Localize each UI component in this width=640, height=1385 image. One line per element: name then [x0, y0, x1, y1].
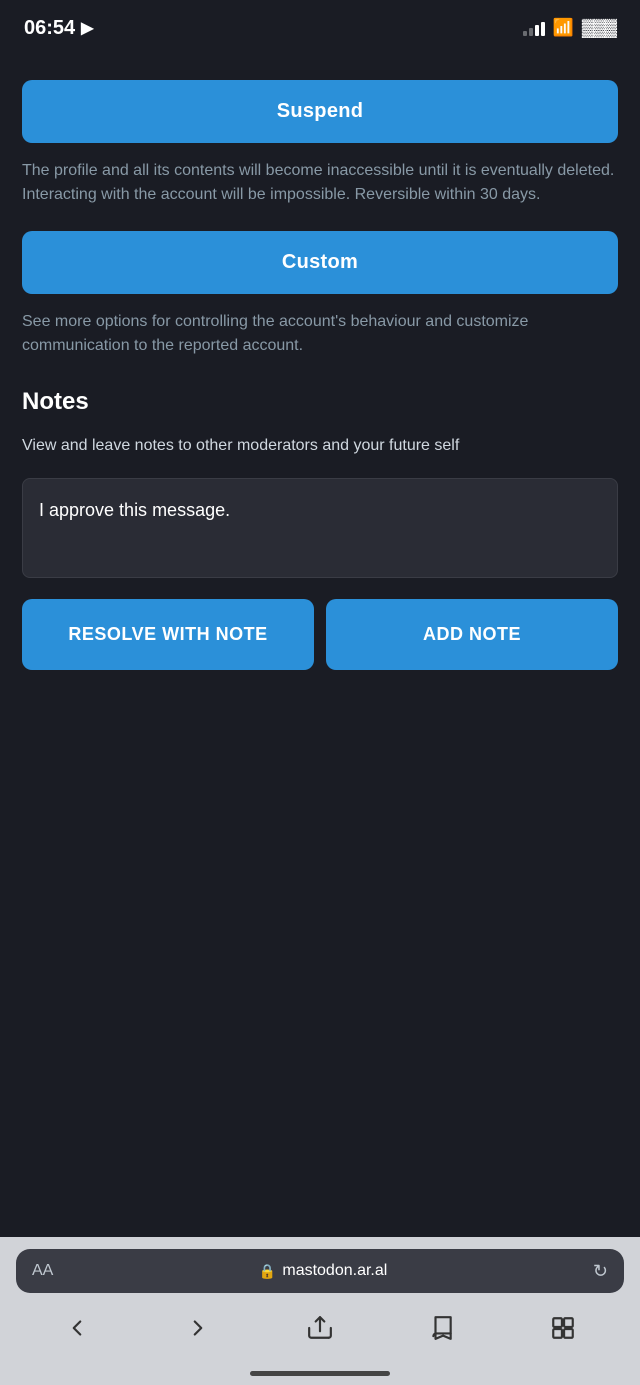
home-indicator	[0, 1361, 640, 1385]
notes-subtitle: View and leave notes to other moderators…	[22, 434, 618, 458]
aa-label[interactable]: AA	[32, 1262, 53, 1280]
resolve-with-note-button[interactable]: RESOLVE WITH NOTE	[22, 599, 314, 670]
action-buttons-row: RESOLVE WITH NOTE ADD NOTE	[22, 599, 618, 670]
custom-button[interactable]: Custom	[22, 231, 618, 294]
share-button[interactable]	[291, 1307, 349, 1349]
lock-icon: 🔒	[259, 1263, 276, 1280]
time-display: 06:54	[24, 17, 75, 40]
notes-title: Notes	[22, 388, 618, 416]
bookmarks-icon	[429, 1315, 455, 1341]
tabs-icon	[550, 1315, 576, 1341]
browser-container: AA 🔒 mastodon.ar.al ↻	[0, 1237, 640, 1385]
notes-section: Notes View and leave notes to other mode…	[22, 388, 618, 670]
status-bar: 06:54 ▶ 📶 ▓▓▓	[0, 0, 640, 56]
location-icon: ▶	[81, 18, 93, 38]
bookmarks-button[interactable]	[413, 1307, 471, 1349]
browser-nav	[16, 1303, 624, 1353]
back-button[interactable]	[48, 1307, 106, 1349]
url-text: mastodon.ar.al	[282, 1262, 387, 1280]
suspend-description: The profile and all its contents will be…	[22, 159, 618, 207]
main-content: Suspend The profile and all its contents…	[0, 56, 640, 1237]
suspend-button[interactable]: Suspend	[22, 80, 618, 143]
custom-description: See more options for controlling the acc…	[22, 310, 618, 358]
note-input[interactable]	[22, 478, 618, 578]
forward-icon	[185, 1315, 211, 1341]
reload-icon[interactable]: ↻	[593, 1261, 608, 1282]
status-icons: 📶 ▓▓▓	[523, 18, 616, 38]
signal-strength	[523, 20, 545, 36]
back-icon	[64, 1315, 90, 1341]
home-bar	[250, 1371, 390, 1376]
share-icon	[307, 1315, 333, 1341]
tabs-button[interactable]	[534, 1307, 592, 1349]
status-time: 06:54 ▶	[24, 17, 93, 40]
wifi-icon: 📶	[553, 18, 574, 38]
forward-button[interactable]	[169, 1307, 227, 1349]
url-domain: 🔒 mastodon.ar.al	[61, 1262, 585, 1280]
add-note-button[interactable]: ADD NOTE	[326, 599, 618, 670]
url-bar[interactable]: AA 🔒 mastodon.ar.al ↻	[16, 1249, 624, 1293]
browser-bar: AA 🔒 mastodon.ar.al ↻	[0, 1237, 640, 1361]
battery-icon: ▓▓▓	[582, 18, 616, 38]
